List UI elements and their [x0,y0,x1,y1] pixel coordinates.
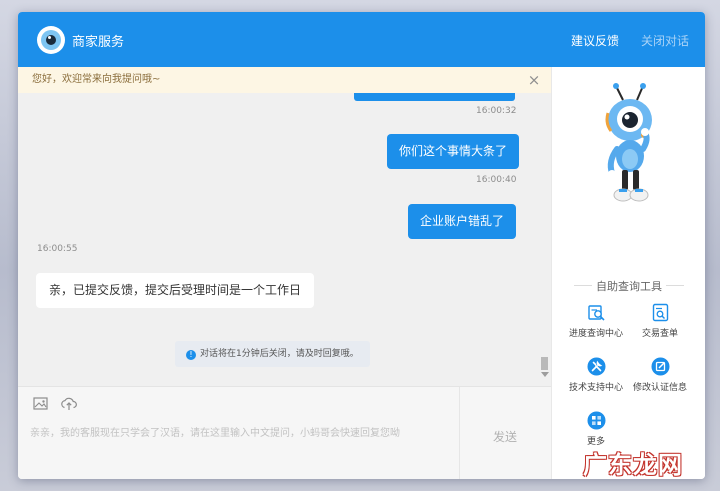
tool-edit-certification[interactable]: 修改认证信息 [624,357,696,393]
scrollbar[interactable] [539,357,549,383]
image-upload-icon[interactable] [32,395,50,413]
message-bubble-partial [354,93,515,101]
system-notice: ! 对话将在1分钟后关闭，请及时回复哦。 [175,341,370,367]
send-area: 发送 [459,387,551,479]
message-list[interactable]: 16:00:32 你们这个事情大条了 16:00:40 企业账户错乱了 16:0… [18,93,551,386]
feedback-link[interactable]: 建议反馈 [571,32,619,49]
message-timestamp: 16:00:32 [476,106,517,116]
ant-mascot-illustration [605,83,652,202]
watermark: 广东龙网 [583,450,683,479]
header-bar: 商家服务 建议反馈 关闭对话 [18,12,705,67]
message-timestamp: 16:00:40 [476,175,517,185]
wrench-icon [587,357,605,376]
tool-label: 进度查询中心 [568,329,623,339]
tool-transaction-query[interactable]: 交易查单 [624,303,696,339]
scrollbar-thumb[interactable] [541,357,548,370]
info-icon: ! [186,350,196,360]
welcome-notice-text: 您好，欢迎常来向我提问哦~ [32,74,161,85]
file-upload-icon[interactable] [60,395,78,413]
chat-window: 商家服务 建议反馈 关闭对话 您好，欢迎常来向我提问哦~ × 16:00:32 … [18,12,705,479]
more-icon [587,411,605,430]
app-title: 商家服务 [72,35,125,50]
tool-label: 修改认证信息 [632,383,687,393]
outgoing-message: 企业账户错乱了 [408,204,517,239]
tool-more[interactable]: 更多 [560,411,632,447]
composer: 亲亲，我的客服现在只学会了汉语，请在这里输入中文提问，小蚂哥会快速回复您呦 发送 [18,386,551,479]
welcome-notice: 您好，欢迎常来向我提问哦~ × [18,67,551,93]
tool-label: 交易查单 [641,329,678,339]
send-button[interactable]: 发送 [493,428,517,445]
mascot-logo-icon [37,26,65,54]
close-chat-link[interactable]: 关闭对话 [641,32,689,49]
tool-tech-support[interactable]: 技术支持中心 [560,357,632,393]
self-service-panel: 自助查询工具 进度查询中心 交易查单 技术支持中心 修改认证信息 更多 [551,67,705,479]
outgoing-message: 你们这个事情大条了 [387,134,520,169]
tool-progress-query[interactable]: 进度查询中心 [560,303,632,339]
tool-label: 技术支持中心 [568,383,623,393]
message-input[interactable]: 亲亲，我的客服现在只学会了汉语，请在这里输入中文提问，小蚂哥会快速回复您呦 [30,424,450,439]
scroll-down-arrow-icon[interactable] [541,372,549,377]
transaction-search-icon [652,303,668,322]
chat-pane: 您好，欢迎常来向我提问哦~ × 16:00:32 你们这个事情大条了 16:00… [18,67,551,479]
edit-icon [651,357,669,376]
close-icon[interactable]: × [527,67,541,93]
progress-search-icon [587,305,605,321]
system-notice-text: 对话将在1分钟后关闭，请及时回复哦。 [200,349,359,359]
message-timestamp: 16:00:55 [37,244,78,254]
tools-title: 自助查询工具 [552,278,705,294]
incoming-message: 亲，已提交反馈，提交后受理时间是一个工作日 [36,273,315,308]
